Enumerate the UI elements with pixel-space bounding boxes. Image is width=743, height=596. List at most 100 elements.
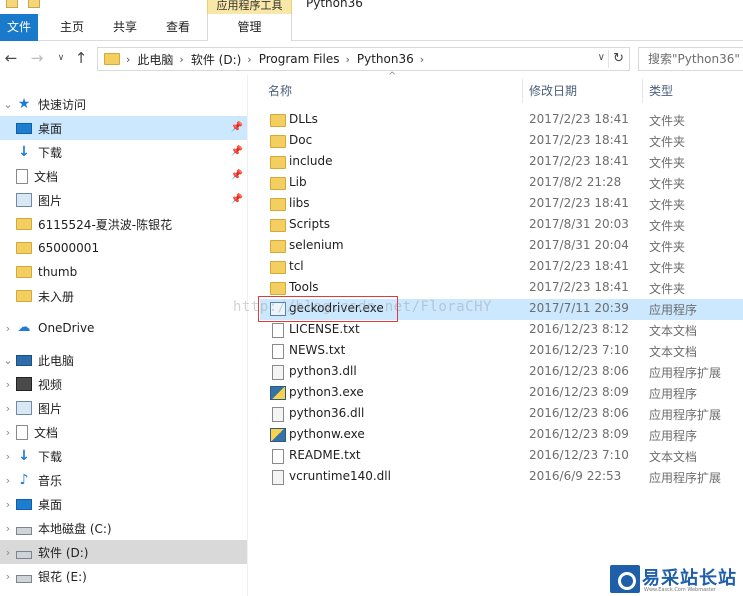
file-row[interactable]: README.txt 2016/12/23 7:10 文本文档 xyxy=(260,446,743,467)
chevron-right-icon[interactable]: › xyxy=(0,474,16,487)
nav-item-drive-d[interactable]: › 软件 (D:) xyxy=(0,540,247,564)
nav-item-folder[interactable]: 6115524-夏洪波-陈银花 xyxy=(0,212,247,236)
chevron-right-icon[interactable]: › xyxy=(0,402,16,415)
file-row[interactable]: python3.dll 2016/12/23 8:06 应用程序扩展 xyxy=(260,362,743,383)
file-row[interactable]: NEWS.txt 2016/12/23 7:10 文本文档 xyxy=(260,341,743,362)
nav-item-desktop[interactable]: 桌面 📌 xyxy=(0,116,247,140)
nav-label: 65000001 xyxy=(38,241,100,255)
tab-share[interactable]: 共享 xyxy=(103,14,147,41)
nav-label: 下载 xyxy=(38,145,63,160)
properties-icon[interactable] xyxy=(6,0,18,8)
chevron-right-icon[interactable]: › xyxy=(345,53,349,66)
pin-icon[interactable]: 📌 xyxy=(231,146,243,157)
tab-home[interactable]: 主页 xyxy=(48,14,96,41)
file-type: 文件夹 xyxy=(649,156,686,170)
nav-item-folder[interactable]: thumb xyxy=(0,260,247,284)
nav-item-pictures[interactable]: 图片 📌 xyxy=(0,188,247,212)
nav-onedrive[interactable]: › ☁ OneDrive xyxy=(0,316,247,340)
forward-arrow-icon[interactable]: → xyxy=(28,49,46,67)
up-arrow-icon[interactable]: ↑ xyxy=(72,49,90,67)
chevron-down-icon[interactable]: ⌄ xyxy=(0,98,16,111)
chevron-right-icon[interactable]: › xyxy=(0,322,16,335)
nav-this-pc[interactable]: ⌄ 此电脑 xyxy=(0,348,247,372)
breadcrumb-drive-d[interactable]: 软件 (D:) xyxy=(191,51,241,68)
nav-item-documents[interactable]: › 文档 xyxy=(0,420,247,444)
new-folder-icon[interactable] xyxy=(28,0,40,8)
file-type: 文件夹 xyxy=(649,219,686,233)
search-input[interactable]: 搜索"Python36" xyxy=(638,47,743,71)
file-name: DLLs xyxy=(289,112,318,126)
nav-item-music[interactable]: › ♪ 音乐 xyxy=(0,468,247,492)
nav-item-drive-e[interactable]: › 银花 (E:) xyxy=(0,564,247,588)
chevron-right-icon[interactable]: › xyxy=(0,570,16,583)
file-name: python3.dll xyxy=(289,364,357,378)
nav-item-pictures[interactable]: › 图片 xyxy=(0,396,247,420)
file-row[interactable]: Lib 2017/8/2 21:28 文件夹 xyxy=(260,173,743,194)
chevron-right-icon[interactable]: › xyxy=(0,546,16,559)
refresh-icon[interactable]: ↻ xyxy=(613,51,624,66)
nav-item-desktop[interactable]: › 桌面 xyxy=(0,492,247,516)
file-row[interactable]: include 2017/2/23 18:41 文件夹 xyxy=(260,152,743,173)
file-row[interactable]: selenium 2017/8/31 20:04 文件夹 xyxy=(260,236,743,257)
chevron-right-icon[interactable]: › xyxy=(0,522,16,535)
back-arrow-icon[interactable]: ← xyxy=(2,49,20,67)
document-icon xyxy=(16,424,28,440)
file-row[interactable]: Doc 2017/2/23 18:41 文件夹 xyxy=(260,131,743,152)
window-title: Python36 xyxy=(306,0,363,10)
address-dropdown-icon[interactable]: ∨ xyxy=(598,52,605,63)
nav-item-drive-c[interactable]: › 本地磁盘 (C:) xyxy=(0,516,247,540)
file-row[interactable]: Scripts 2017/8/31 20:03 文件夹 xyxy=(260,215,743,236)
file-date: 2017/2/23 18:41 xyxy=(529,280,629,294)
chevron-right-icon[interactable]: › xyxy=(179,53,183,66)
nav-label: 文档 xyxy=(34,169,59,184)
nav-item-folder[interactable]: 65000001 xyxy=(0,236,247,260)
context-tab-group-label: 应用程序工具 xyxy=(207,0,292,14)
file-row[interactable]: vcruntime140.dll 2016/6/9 22:53 应用程序扩展 xyxy=(260,467,743,488)
folder-icon xyxy=(270,114,286,127)
file-row[interactable]: python36.dll 2016/12/23 8:06 应用程序扩展 xyxy=(260,404,743,425)
file-row[interactable]: libs 2017/2/23 18:41 文件夹 xyxy=(260,194,743,215)
column-header-type[interactable]: 类型 xyxy=(649,81,673,101)
nav-item-documents[interactable]: 文档 📌 xyxy=(0,164,247,188)
chevron-right-icon[interactable]: › xyxy=(420,53,424,66)
chevron-right-icon[interactable]: › xyxy=(0,498,16,511)
file-name: Tools xyxy=(289,280,319,294)
pin-icon[interactable]: 📌 xyxy=(231,170,243,181)
pictures-icon xyxy=(16,401,32,415)
file-row[interactable]: LICENSE.txt 2016/12/23 8:12 文本文档 xyxy=(260,320,743,341)
chevron-down-icon[interactable]: ⌄ xyxy=(0,354,16,367)
nav-item-folder[interactable]: 未入册 xyxy=(0,284,247,308)
column-separator[interactable] xyxy=(522,79,523,103)
breadcrumb-python36[interactable]: Python36 xyxy=(357,52,414,66)
file-row[interactable]: python3.exe 2016/12/23 8:09 应用程序 xyxy=(260,383,743,404)
chevron-right-icon[interactable]: › xyxy=(126,53,130,66)
chevron-right-icon[interactable]: › xyxy=(0,426,16,439)
nav-item-videos[interactable]: › 视频 xyxy=(0,372,247,396)
recent-locations-chevron-icon[interactable]: ∨ xyxy=(52,49,70,67)
chevron-right-icon[interactable]: › xyxy=(0,450,16,463)
nav-item-downloads[interactable]: › ↓ 下载 xyxy=(0,444,247,468)
address-bar[interactable]: › 此电脑 › 软件 (D:) › Program Files › Python… xyxy=(97,47,630,71)
chevron-right-icon[interactable]: › xyxy=(247,53,251,66)
column-header-date[interactable]: 修改日期 xyxy=(529,81,577,101)
column-header-name[interactable]: 名称 xyxy=(268,81,292,101)
file-name: README.txt xyxy=(289,448,361,462)
pin-icon[interactable]: 📌 xyxy=(231,122,243,133)
breadcrumb-this-pc[interactable]: 此电脑 xyxy=(137,51,173,68)
tab-manage[interactable]: 管理 xyxy=(207,14,292,41)
pin-icon[interactable]: 📌 xyxy=(231,194,243,205)
file-row[interactable]: tcl 2017/2/23 18:41 文件夹 xyxy=(260,257,743,278)
document-icon xyxy=(16,168,28,184)
column-separator[interactable] xyxy=(642,79,643,103)
nav-quick-access[interactable]: ⌄ ★ 快速访问 xyxy=(0,92,247,116)
tab-view[interactable]: 查看 xyxy=(155,14,201,41)
breadcrumb-program-files[interactable]: Program Files xyxy=(259,52,340,66)
chevron-right-icon[interactable]: › xyxy=(0,378,16,391)
nav-item-downloads[interactable]: ↓ 下载 📌 xyxy=(0,140,247,164)
file-row[interactable]: DLLs 2017/2/23 18:41 文件夹 xyxy=(260,110,743,131)
text-file-icon xyxy=(272,323,284,338)
pane-divider[interactable] xyxy=(247,75,248,596)
file-row[interactable]: pythonw.exe 2016/12/23 8:09 应用程序 xyxy=(260,425,743,446)
file-name: include xyxy=(289,154,333,168)
tab-file[interactable]: 文件 xyxy=(0,14,38,41)
